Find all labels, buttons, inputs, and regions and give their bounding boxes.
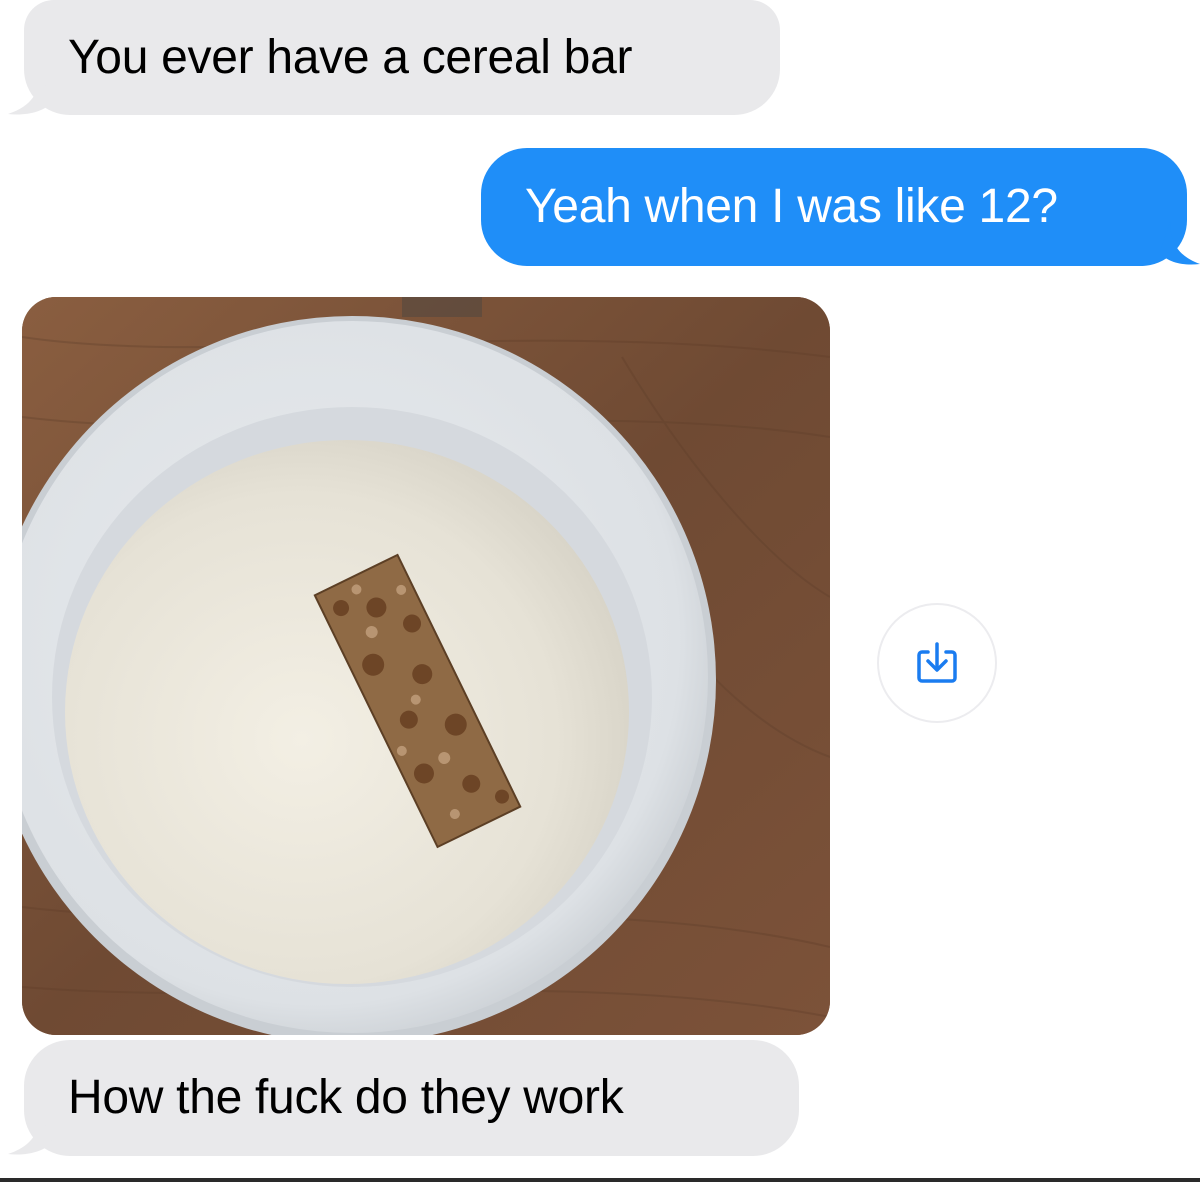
incoming-message-bubble[interactable]: How the fuck do they work bbox=[24, 1040, 799, 1156]
incoming-bubble-tail bbox=[8, 72, 52, 115]
divider bbox=[0, 1178, 1200, 1182]
save-download-icon bbox=[917, 642, 957, 683]
incoming-bubble-tail bbox=[8, 1112, 52, 1155]
outgoing-message-bubble[interactable]: Yeah when I was like 12? bbox=[481, 148, 1187, 266]
cereal-bar-in-milk-image bbox=[22, 297, 830, 1035]
message-text: You ever have a cereal bar bbox=[68, 30, 633, 84]
save-to-photos-button[interactable] bbox=[877, 603, 997, 723]
message-thread: You ever have a cereal bar Yeah when I w… bbox=[0, 0, 1200, 1182]
photo-message[interactable] bbox=[22, 297, 830, 1035]
incoming-message-bubble[interactable]: You ever have a cereal bar bbox=[24, 0, 780, 115]
message-text: Yeah when I was like 12? bbox=[525, 180, 1058, 233]
outgoing-bubble-tail bbox=[1160, 222, 1200, 265]
message-text: How the fuck do they work bbox=[68, 1071, 624, 1124]
